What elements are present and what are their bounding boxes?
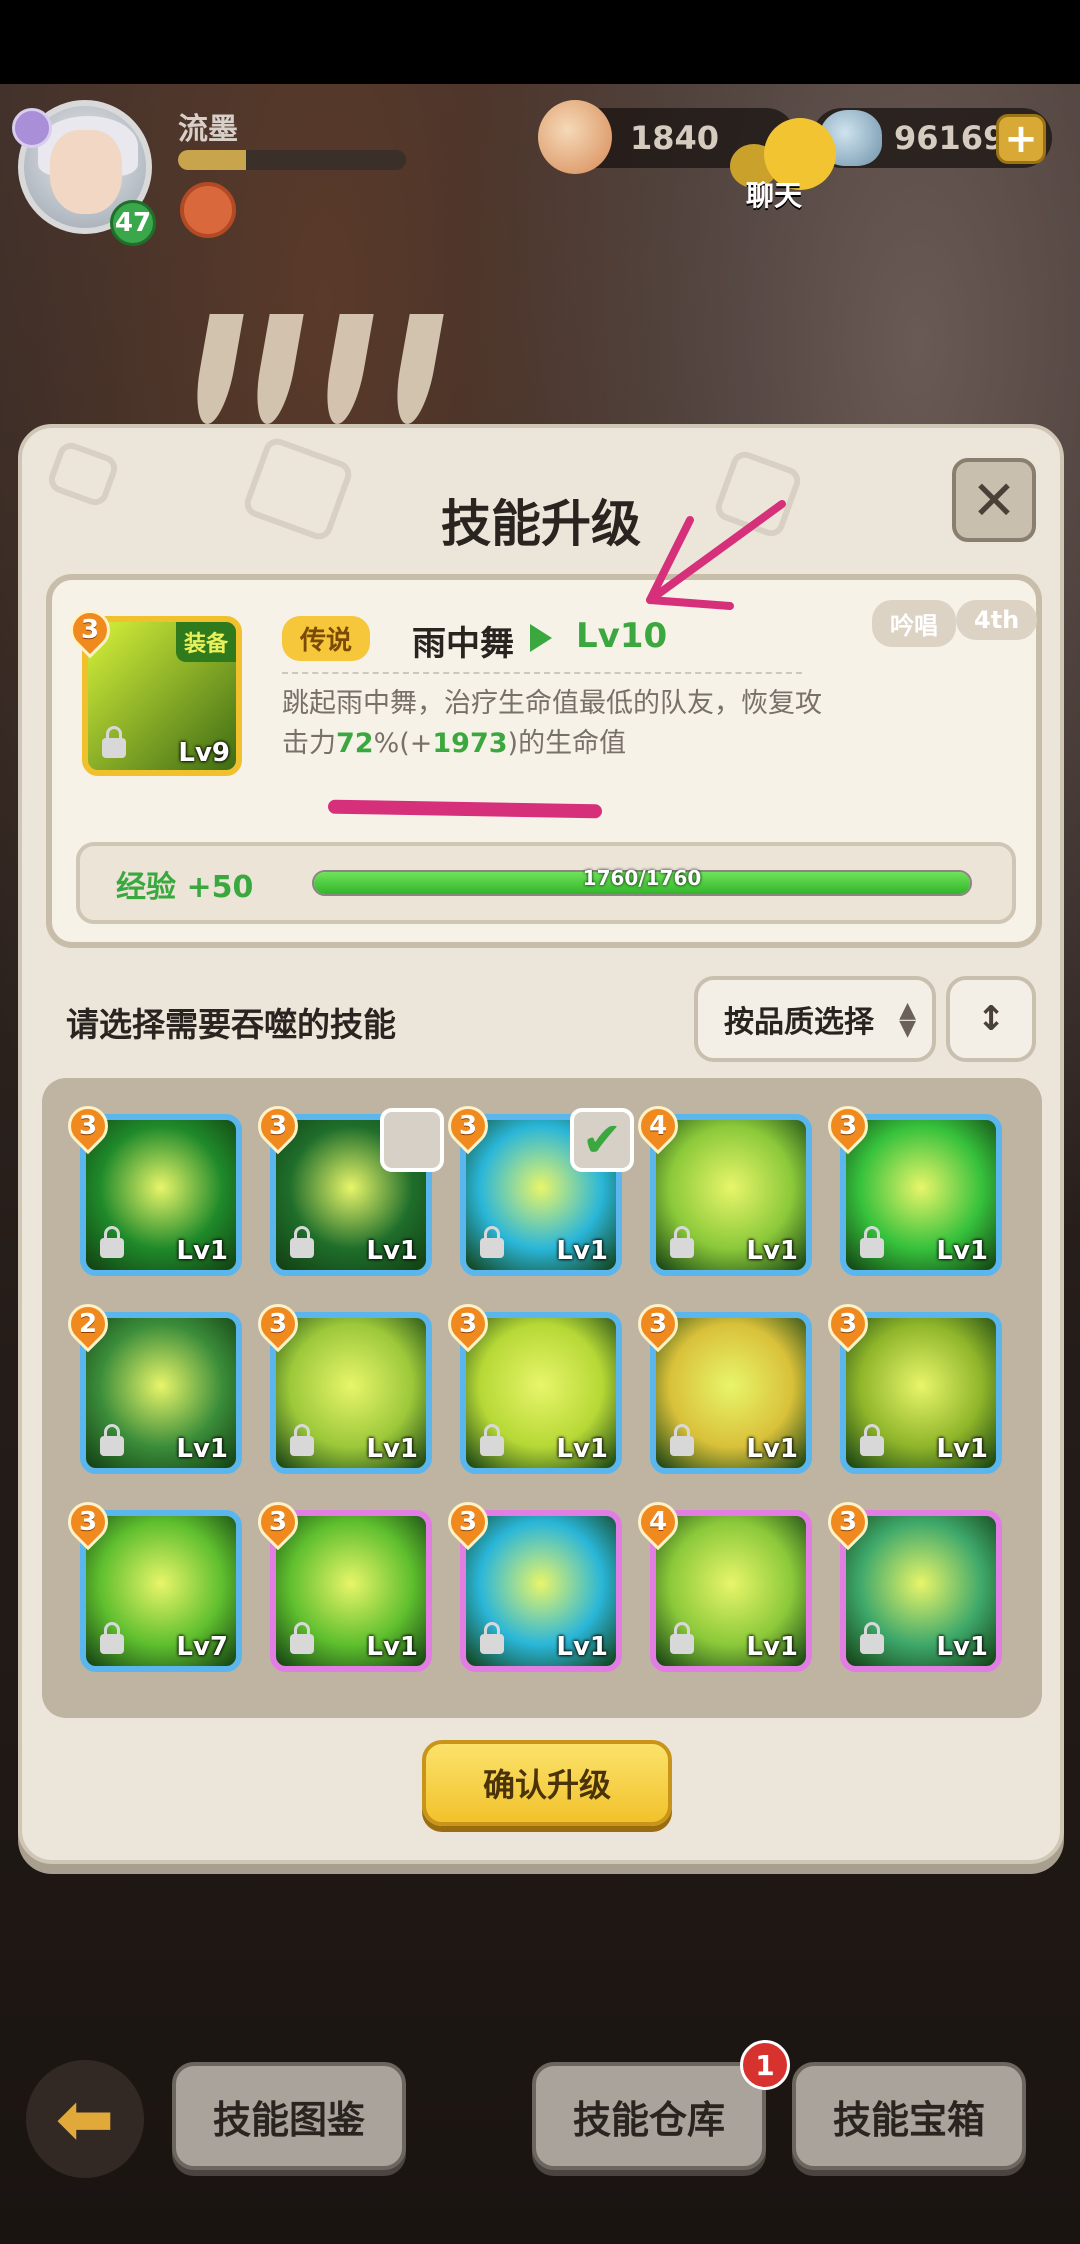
annotation-arrow	[646, 500, 786, 610]
skill-warehouse-button[interactable]: 技能仓库	[532, 2062, 766, 2170]
skill-codex-button[interactable]: 技能图鉴	[172, 2062, 406, 2170]
warehouse-notification-badge: 1	[740, 2040, 790, 2090]
back-arrow-icon: ⬅	[55, 2078, 115, 2160]
skill-chest-button[interactable]: 技能宝箱	[792, 2062, 1026, 2170]
back-button[interactable]: ⬅	[26, 2060, 144, 2178]
